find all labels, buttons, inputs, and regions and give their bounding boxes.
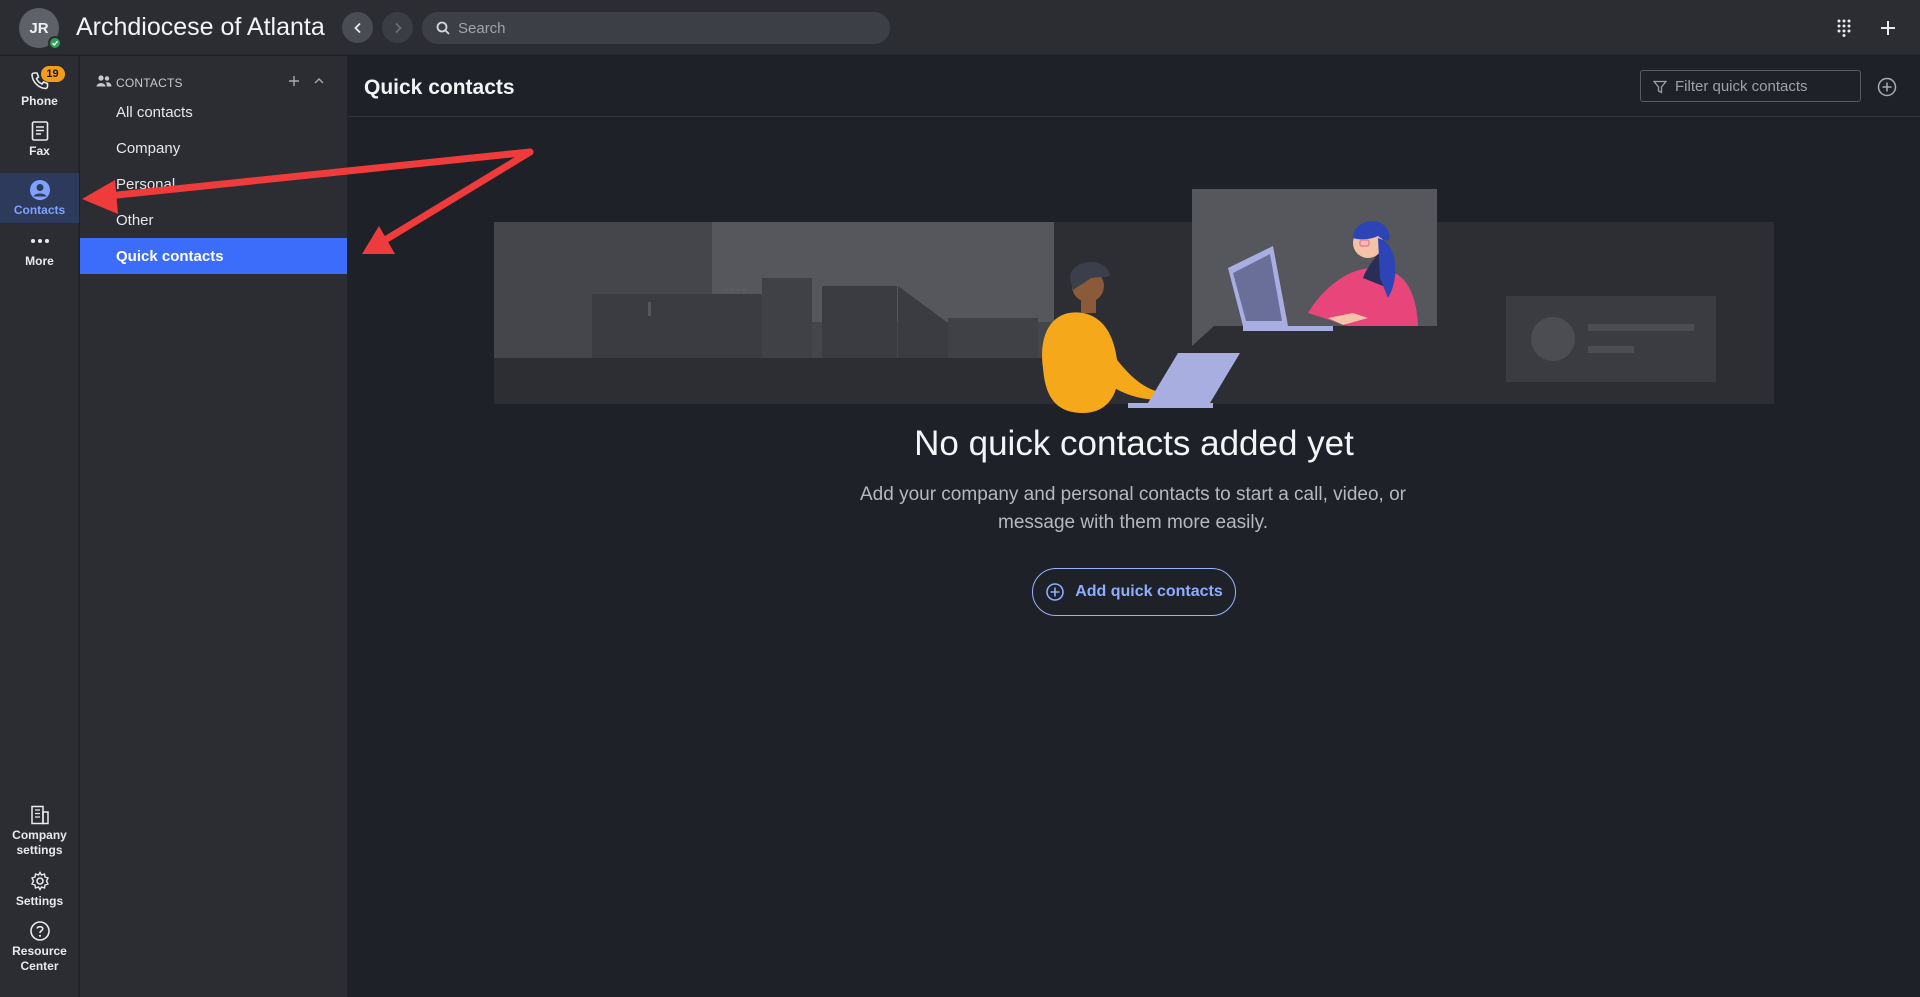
more-icon bbox=[29, 230, 51, 252]
collapse-button[interactable] bbox=[310, 72, 328, 90]
phone-icon: 19 bbox=[29, 66, 65, 92]
rail-label-company-settings: Company settings bbox=[12, 828, 67, 857]
search-input[interactable] bbox=[458, 12, 878, 44]
add-quick-contacts-label: Add quick contacts bbox=[1075, 583, 1223, 600]
contacts-list: All contacts Company Personal Other Quic… bbox=[80, 94, 347, 274]
rail-label-more: More bbox=[25, 254, 54, 268]
rail-item-resource-center[interactable]: Resource Center bbox=[0, 914, 79, 978]
filter-input[interactable] bbox=[1675, 71, 1855, 101]
contacts-panel-header: CONTACTS bbox=[80, 64, 347, 96]
rail-label-settings: Settings bbox=[15, 894, 64, 908]
contacts-icon bbox=[29, 179, 51, 201]
contacts-item-other[interactable]: Other bbox=[80, 202, 347, 238]
empty-state-title: No quick contacts added yet bbox=[914, 424, 1354, 463]
presence-check-icon bbox=[48, 36, 62, 50]
add-circle-icon bbox=[1046, 583, 1065, 601]
chevron-left-icon bbox=[353, 22, 361, 33]
top-bar: JR Archdiocese of Atlanta bbox=[0, 0, 1920, 55]
contacts-item-all[interactable]: All contacts bbox=[80, 94, 347, 130]
building-icon bbox=[29, 804, 51, 826]
add-quick-contact-icon-button[interactable] bbox=[1876, 76, 1898, 98]
filter-icon bbox=[1653, 80, 1667, 94]
empty-state-illustration bbox=[494, 189, 1774, 413]
people-icon bbox=[96, 74, 112, 92]
main-header: Quick contacts bbox=[348, 56, 1920, 117]
filter-box bbox=[1640, 70, 1861, 102]
contacts-item-personal[interactable]: Personal bbox=[80, 166, 347, 202]
rail-label-resource-center: Resource Center bbox=[12, 944, 67, 973]
add-contact-button[interactable] bbox=[285, 72, 303, 90]
chevron-up-icon bbox=[314, 78, 324, 84]
forward-button[interactable] bbox=[382, 12, 413, 43]
add-button[interactable] bbox=[1872, 12, 1903, 43]
rail-item-more[interactable]: More bbox=[0, 224, 79, 274]
gear-icon bbox=[29, 870, 51, 892]
contacts-item-company[interactable]: Company bbox=[80, 130, 347, 166]
add-circle-icon bbox=[1877, 77, 1897, 97]
empty-state-description: Add your company and personal contacts t… bbox=[859, 484, 1407, 533]
avatar-initials: JR bbox=[29, 19, 49, 37]
fax-icon bbox=[30, 120, 50, 142]
rail-item-contacts[interactable]: Contacts bbox=[0, 173, 79, 223]
rail-label-fax: Fax bbox=[29, 144, 50, 158]
page-title: Quick contacts bbox=[364, 76, 515, 99]
back-button[interactable] bbox=[342, 12, 373, 43]
plus-icon bbox=[289, 76, 299, 86]
contacts-panel: CONTACTS All contacts Company Personal O… bbox=[80, 56, 347, 997]
rail-item-settings[interactable]: Settings bbox=[0, 864, 79, 914]
main-content: Quick contacts Filter quick contacts No … bbox=[348, 56, 1920, 997]
dialpad-button[interactable] bbox=[1828, 12, 1859, 43]
rail-item-fax[interactable]: Fax bbox=[0, 114, 79, 164]
contacts-panel-title: CONTACTS bbox=[116, 76, 183, 90]
plus-icon bbox=[1880, 20, 1895, 35]
rail-label-contacts: Contacts bbox=[13, 203, 66, 217]
rail-item-company-settings[interactable]: Company settings bbox=[0, 798, 79, 862]
rail-label-phone: Phone bbox=[21, 94, 58, 108]
add-quick-contacts-button[interactable]: Add quick contacts bbox=[1032, 568, 1236, 616]
dialpad-icon bbox=[1837, 19, 1850, 37]
help-icon bbox=[29, 920, 51, 942]
avatar[interactable]: JR bbox=[19, 8, 62, 50]
search-icon bbox=[436, 21, 450, 35]
search-box bbox=[422, 12, 890, 44]
left-rail: 19 Phone Fax Contacts More Company setti… bbox=[0, 56, 79, 997]
rail-item-phone[interactable]: 19 Phone bbox=[0, 64, 79, 114]
chevron-right-icon bbox=[394, 22, 402, 33]
phone-badge: 19 bbox=[40, 66, 65, 82]
contacts-item-quick-contacts[interactable]: Quick contacts bbox=[80, 238, 347, 274]
org-title: Archdiocese of Atlanta bbox=[76, 13, 325, 41]
